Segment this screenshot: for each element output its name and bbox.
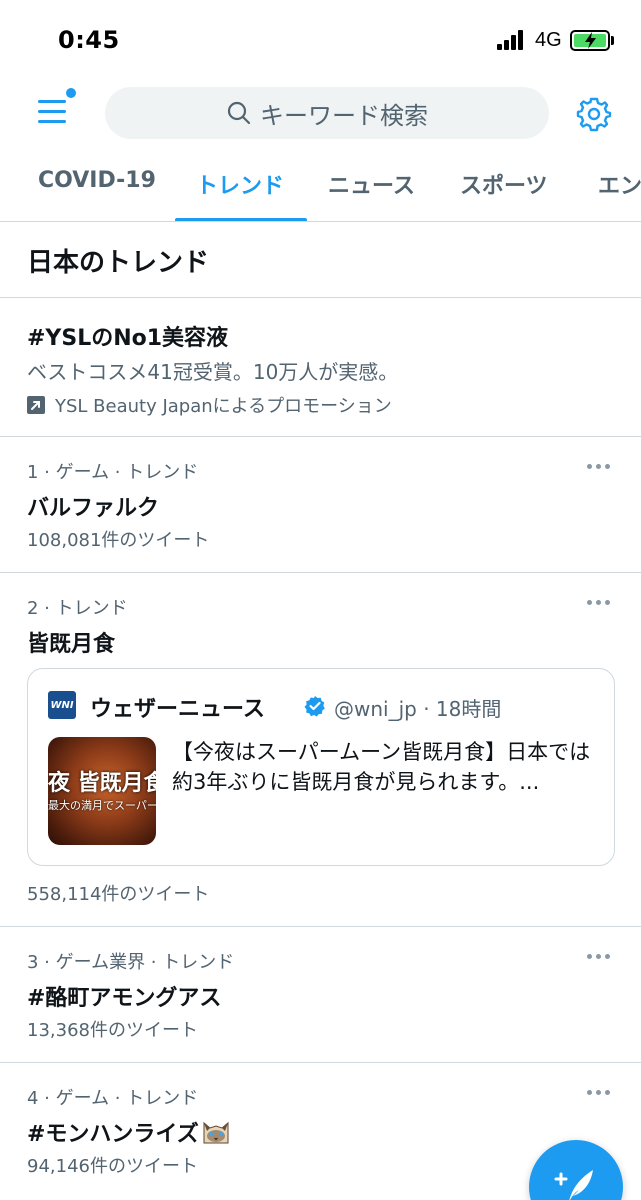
trend-name: 皆既月食	[27, 632, 116, 657]
tab-sports[interactable]: スポーツ	[460, 168, 548, 200]
thumbnail-caption: 夜 皆既月食	[48, 770, 156, 796]
more-options-icon[interactable]	[587, 598, 613, 608]
more-options-icon[interactable]	[587, 462, 613, 472]
tab-trends[interactable]: トレンド	[196, 168, 284, 200]
trend-tweet-count: 108,081件のツイート	[27, 530, 210, 551]
trend-tweet-count: 94,146件のツイート	[27, 1156, 198, 1177]
more-options-icon[interactable]	[587, 1088, 613, 1098]
search-icon	[227, 101, 251, 125]
more-options-icon[interactable]	[587, 952, 613, 962]
section-title: 日本のトレンド	[27, 248, 210, 278]
menu-button[interactable]	[36, 88, 76, 132]
battery-nub	[611, 36, 614, 45]
trend-name: バルファルク	[27, 496, 160, 521]
network-type: 4G	[535, 29, 562, 51]
promoted-by-label: YSL Beauty Japanによるプロモーション	[55, 396, 392, 417]
promoted-description: ベストコスメ41冠受賞。10万人が実感。	[27, 360, 399, 384]
trend-meta: 3 · ゲーム業界 · トレンド	[27, 952, 235, 973]
trend-meta: 1 · ゲーム · トレンド	[27, 462, 199, 483]
tab-covid-19[interactable]: COVID-19	[38, 168, 156, 193]
battery-icon	[570, 30, 610, 51]
trend-tweet-count: 558,114件のツイート	[27, 884, 210, 905]
trend-item[interactable]: 1 · ゲーム · トレンド バルファルク 108,081件のツイート	[0, 436, 641, 572]
wni-logo: WNI	[48, 691, 76, 719]
tweet-card[interactable]: WNI ウェザーニュース @wni_jp · 18時間 夜 皆既月食 最大の満月…	[27, 668, 615, 866]
feather-plus-icon	[554, 1170, 593, 1200]
thumbnail-subcaption: 最大の満月でスーパームーン	[48, 799, 156, 812]
tweet-thumbnail[interactable]: 夜 皆既月食 最大の満月でスーパームーン	[48, 737, 156, 845]
tweet-handle: @wni_jp · 18時間	[334, 697, 502, 721]
signal-icon	[497, 30, 525, 50]
trend-item[interactable]: 3 · ゲーム業界 · トレンド #酪町アモングアス 13,368件のツイート	[0, 926, 641, 1062]
search-placeholder: キーワード検索	[260, 101, 428, 130]
promoted-icon	[27, 396, 45, 414]
explore-tabs: COVID-19 トレンド ニュース スポーツ エン	[0, 150, 641, 222]
promoted-title: #YSLのNo1美容液	[27, 326, 229, 351]
tab-news[interactable]: ニュース	[328, 168, 415, 200]
search-input[interactable]: キーワード検索	[105, 87, 549, 139]
active-tab-indicator	[175, 218, 307, 221]
trend-meta: 2 · トレンド	[27, 598, 128, 619]
notification-dot	[66, 88, 76, 98]
trend-name-row: #モンハンライズ	[27, 1116, 231, 1148]
trend-name: #酪町アモングアス	[27, 986, 222, 1011]
trend-meta: 4 · ゲーム · トレンド	[27, 1088, 199, 1109]
gear-icon[interactable]	[576, 96, 612, 132]
trend-tweet-count: 13,368件のツイート	[27, 1020, 198, 1041]
tweet-author: ウェザーニュース	[90, 697, 265, 722]
trend-name: #モンハンライズ	[27, 1122, 199, 1147]
cat-emoji-icon	[203, 1121, 229, 1144]
promoted-by: YSL Beauty Japanによるプロモーション	[27, 392, 392, 418]
tweet-text: 【今夜はスーパームーン皆既月食】日本では約3年ぶりに皆既月食が見られます。...	[172, 740, 591, 794]
tab-entertainment[interactable]: エン	[598, 168, 641, 200]
status-time: 0:45	[58, 26, 120, 54]
trend-item[interactable]: 2 · トレンド 皆既月食 WNI ウェザーニュース @wni_jp · 18時…	[0, 572, 641, 926]
verified-badge-icon	[304, 696, 325, 717]
status-bar: 0:45 4G	[0, 0, 641, 80]
promoted-trend[interactable]: #YSLのNo1美容液 ベストコスメ41冠受賞。10万人が実感。 YSL Bea…	[0, 298, 641, 436]
